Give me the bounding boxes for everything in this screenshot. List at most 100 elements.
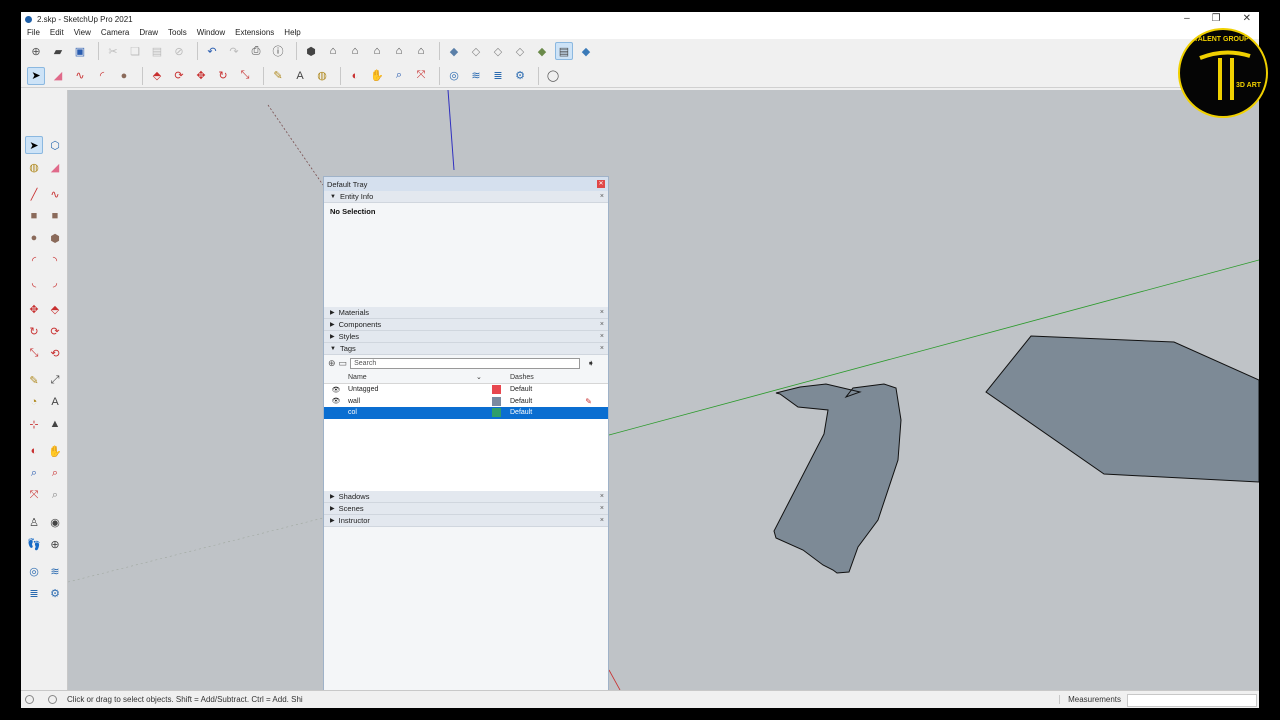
tray-close-icon[interactable]: ✕ — [597, 180, 605, 188]
back-edges-icon[interactable]: ◇ — [467, 42, 485, 60]
add-tag-icon[interactable]: ⊕ — [328, 358, 336, 369]
tag-dashes[interactable]: Default — [510, 386, 532, 393]
open-folder-icon[interactable]: ▰ — [49, 42, 67, 60]
follow-me-icon[interactable]: ⟳ — [46, 322, 64, 340]
model-info-icon[interactable]: ⓘ — [269, 42, 287, 60]
xray-icon[interactable]: ◆ — [445, 42, 463, 60]
save-icon[interactable]: ▣ — [71, 42, 89, 60]
front-view-icon[interactable]: ⌂ — [346, 42, 364, 60]
tag-row-untagged[interactable]: 👁 Untagged Default — [324, 384, 608, 396]
zoom-window-icon[interactable]: ⌕ — [46, 464, 64, 482]
orbit-icon[interactable]: ◐ — [25, 442, 43, 460]
section-tags[interactable]: ▼ Tags × — [324, 343, 608, 355]
pan-icon[interactable]: ✋ — [368, 67, 386, 85]
hidden-line-icon[interactable]: ◇ — [511, 42, 529, 60]
wireframe-icon[interactable]: ◇ — [489, 42, 507, 60]
tape-measure-icon[interactable]: ✎ — [269, 67, 287, 85]
add-folder-icon[interactable]: ▭ — [339, 358, 348, 369]
zoom-extents-icon[interactable]: ⤧ — [412, 67, 430, 85]
shaded-icon[interactable]: ◆ — [533, 42, 551, 60]
copy-icon[interactable]: ❏ — [126, 42, 144, 60]
section-styles[interactable]: ▶ Styles × — [324, 331, 608, 343]
tags-search-input[interactable]: Search — [350, 357, 581, 369]
rotated-rectangle-icon[interactable]: ■ — [46, 207, 64, 225]
menu-tools[interactable]: Tools — [168, 28, 187, 37]
layers-icon[interactable]: ≣ — [25, 584, 43, 602]
arc-icon[interactable]: ◜ — [25, 251, 43, 269]
two-point-arc-icon[interactable]: ◝ — [46, 251, 64, 269]
menu-view[interactable]: View — [74, 28, 91, 37]
section-components[interactable]: ▶ Components × — [324, 319, 608, 331]
close-section-icon[interactable]: × — [600, 505, 604, 512]
scale-icon[interactable]: ⤡ — [25, 344, 43, 362]
dashes-column-header[interactable]: Dashes — [510, 374, 534, 381]
previous-view-icon[interactable]: ⌕ — [46, 486, 64, 504]
warehouse-icon[interactable]: ◎ — [25, 562, 43, 580]
close-section-icon[interactable]: × — [600, 517, 604, 524]
shaded-textures-icon[interactable]: ▤ — [555, 42, 573, 60]
section-materials[interactable]: ▶ Materials × — [324, 307, 608, 319]
freehand-icon[interactable]: ∿ — [46, 185, 64, 203]
iso-view-icon[interactable]: ⬢ — [302, 42, 320, 60]
zoom-icon[interactable]: ⌕ — [25, 464, 43, 482]
rotate-icon[interactable]: ↻ — [214, 67, 232, 85]
text-icon[interactable]: A — [46, 393, 64, 411]
extension-manager-icon[interactable]: ⚙ — [46, 584, 64, 602]
zoom-icon[interactable]: ⌕ — [390, 67, 408, 85]
arc-icon[interactable]: ◜ — [93, 67, 111, 85]
layers-icon[interactable]: ≣ — [489, 67, 507, 85]
pie-icon[interactable]: ◞ — [46, 273, 64, 291]
circle-icon[interactable]: ● — [25, 229, 43, 247]
eye-icon[interactable]: 👁 — [324, 386, 348, 394]
follow-me-icon[interactable]: ⟳ — [170, 67, 188, 85]
minimize-button[interactable]: – — [1184, 12, 1190, 26]
select-tool-icon[interactable]: ➤ — [27, 66, 45, 85]
3d-text-icon[interactable]: ▲ — [46, 415, 64, 433]
tape-measure-icon[interactable]: ✎ — [25, 371, 43, 389]
left-view-icon[interactable]: ⌂ — [412, 42, 430, 60]
undo-icon[interactable]: ↶ — [203, 42, 221, 60]
cut-icon[interactable]: ✂ — [104, 42, 122, 60]
section-shadows[interactable]: ▶ Shadows × — [324, 491, 608, 503]
move-icon[interactable]: ✥ — [192, 67, 210, 85]
close-section-icon[interactable]: × — [600, 333, 604, 340]
back-view-icon[interactable]: ⌂ — [390, 42, 408, 60]
menu-window[interactable]: Window — [197, 28, 225, 37]
select-tool-icon[interactable]: ➤ — [25, 136, 43, 154]
tag-row-col[interactable]: 👁 col Default — [324, 407, 608, 419]
eraser-icon[interactable]: ◢ — [49, 67, 67, 85]
account-icon[interactable]: ◯ — [544, 67, 562, 85]
section-scenes[interactable]: ▶ Scenes × — [324, 503, 608, 515]
menu-camera[interactable]: Camera — [101, 28, 129, 37]
top-view-icon[interactable]: ⌂ — [324, 42, 342, 60]
close-section-icon[interactable]: × — [600, 321, 604, 328]
look-around-icon[interactable]: ◉ — [46, 513, 64, 531]
extension-warehouse-icon[interactable]: ≋ — [467, 67, 485, 85]
protractor-icon[interactable]: ◔ — [25, 393, 43, 411]
scale-icon[interactable]: ⤡ — [236, 67, 254, 85]
details-arrow-icon[interactable]: ➧ — [587, 358, 595, 369]
eraser-icon[interactable]: ◢ — [46, 158, 64, 176]
position-camera-icon[interactable]: ♙ — [25, 513, 43, 531]
menu-file[interactable]: File — [27, 28, 40, 37]
close-section-icon[interactable]: × — [600, 193, 604, 200]
paint-bucket-icon[interactable]: ◍ — [313, 67, 331, 85]
close-section-icon[interactable]: × — [600, 309, 604, 316]
tray-title-bar[interactable]: Default Tray ✕ — [324, 177, 608, 191]
measurements-input[interactable] — [1127, 694, 1257, 707]
push-pull-icon[interactable]: ⬘ — [148, 67, 166, 85]
menu-edit[interactable]: Edit — [50, 28, 64, 37]
menu-help[interactable]: Help — [284, 28, 300, 37]
sort-chevron-icon[interactable]: ⌄ — [476, 373, 510, 381]
three-point-arc-icon[interactable]: ◟ — [25, 273, 43, 291]
credits-icon[interactable] — [48, 695, 57, 704]
axes-icon[interactable]: ⊹ — [25, 415, 43, 433]
push-pull-icon[interactable]: ⬘ — [46, 300, 64, 318]
extension-manager-icon[interactable]: ⚙ — [511, 67, 529, 85]
warehouse-icon[interactable]: ◎ — [445, 67, 463, 85]
menu-extensions[interactable]: Extensions — [235, 28, 274, 37]
paste-icon[interactable]: ▤ — [148, 42, 166, 60]
circle-icon[interactable]: ● — [115, 67, 133, 85]
maximize-button[interactable]: ❐ — [1212, 12, 1221, 26]
move-icon[interactable]: ✥ — [25, 300, 43, 318]
